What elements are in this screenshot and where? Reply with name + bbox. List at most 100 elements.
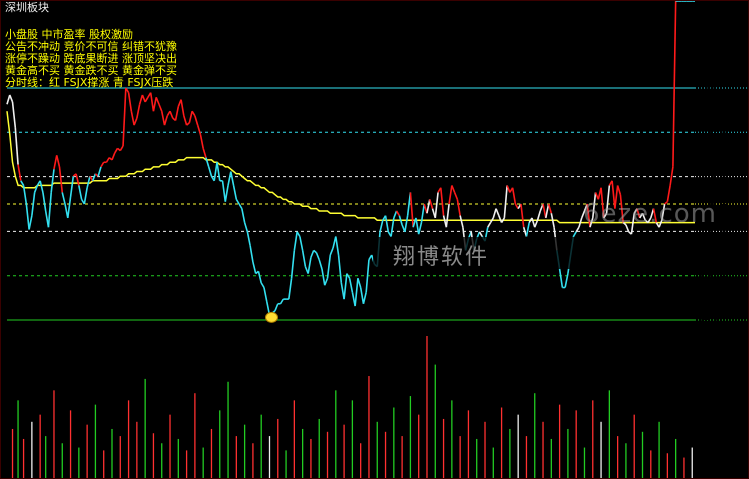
price-segment-52 <box>149 92 155 112</box>
price-segment-99 <box>279 298 284 305</box>
price-segment-0 <box>6 94 11 105</box>
price-segment-7 <box>25 203 30 230</box>
price-segment-97 <box>274 303 279 312</box>
price-segment-180 <box>503 185 508 218</box>
price-segment-119 <box>335 236 340 256</box>
price-segment-191 <box>533 219 539 228</box>
price-segment-155 <box>434 192 439 219</box>
header-line-5: 分时线：红 FSJX撑涨 青 FSJX压跌 <box>5 76 174 89</box>
watermark-text: 翔博软件 <box>393 245 490 270</box>
bottom-marker <box>264 311 278 323</box>
price-segment-12 <box>39 180 44 193</box>
price-segment-59 <box>169 110 174 119</box>
level-label-618: 618警 <box>698 169 730 182</box>
price-segment-157 <box>440 187 445 216</box>
level-label-top: 顶危 <box>698 81 720 94</box>
price-segment-5 <box>20 180 25 186</box>
price-segment-89 <box>252 261 257 274</box>
price-segment-13 <box>42 192 47 212</box>
price-segment-78 <box>221 180 227 202</box>
price-segment-16 <box>50 169 55 193</box>
price-segment-49 <box>141 94 146 103</box>
price-segment-126 <box>354 278 359 307</box>
price-segment-102 <box>288 278 293 300</box>
price-segment-114 <box>321 268 326 286</box>
price-segment-88 <box>249 245 254 263</box>
price-segment-15 <box>47 192 53 228</box>
price-segment-18 <box>55 155 61 168</box>
price-segment-160 <box>448 185 453 205</box>
price-segment-44 <box>127 92 133 112</box>
price-segment-84 <box>238 203 243 210</box>
level-label-bottom: 底安 <box>698 313 720 326</box>
price-segment-183 <box>511 187 517 205</box>
price-segment-135 <box>379 220 384 233</box>
intraday-chart: 深圳板块 小盘股 中市盈率 股权激励 公告不冲动 竞价不可信 纠错不犹豫 涨停不… <box>0 0 749 479</box>
price-segment-68 <box>194 115 199 126</box>
price-segment-103 <box>290 250 296 279</box>
price-segment-137 <box>384 215 390 232</box>
price-segment-29 <box>86 175 91 188</box>
price-segment-111 <box>313 249 317 254</box>
price-segment-83 <box>235 198 240 205</box>
price-segment-65 <box>186 122 190 126</box>
price-segment-85 <box>241 208 246 223</box>
price-segment-8 <box>28 215 33 230</box>
price-segment-46 <box>133 117 138 126</box>
price-segment-115 <box>324 277 329 286</box>
price-segment-109 <box>307 257 312 274</box>
price-segment-113 <box>318 259 323 270</box>
price-segment-2 <box>11 101 17 128</box>
price-segment-75 <box>213 162 218 181</box>
watermark-site: 6eze.com <box>583 199 717 229</box>
price-segment-161 <box>451 185 456 193</box>
price-segment-4 <box>17 164 22 181</box>
price-segment-45 <box>130 111 135 126</box>
price-segment-38 <box>111 152 116 161</box>
price-segment-47 <box>136 104 141 119</box>
price-segment-61 <box>174 106 180 121</box>
price-segment-107 <box>301 250 307 267</box>
price-segment-48 <box>138 94 144 105</box>
price-segment-57 <box>163 115 169 126</box>
price-segment-112 <box>315 252 320 260</box>
price-segment-55 <box>158 103 163 112</box>
price-segment-70 <box>199 134 204 149</box>
price-segment-188 <box>525 222 531 237</box>
price-segment-42 <box>122 87 127 147</box>
price-segment-19 <box>58 166 64 193</box>
price-segment-80 <box>227 171 232 186</box>
price-segment-141 <box>395 210 401 217</box>
price-segment-205 <box>572 231 577 237</box>
price-segment-129 <box>362 291 367 304</box>
price-segment-171 <box>478 231 483 237</box>
price-segment-240 <box>669 166 674 186</box>
price-segment-106 <box>299 236 304 251</box>
price-segment-31 <box>91 173 97 182</box>
price-segment-56 <box>160 111 166 126</box>
price-segment-194 <box>542 203 547 219</box>
price-segment-124 <box>348 278 354 293</box>
price-segment-196 <box>547 203 553 214</box>
price-segment-28 <box>83 187 88 205</box>
price-segment-140 <box>393 210 398 219</box>
price-segment-33 <box>97 166 102 177</box>
price-segment-174 <box>487 222 492 228</box>
price-segment-127 <box>357 278 362 288</box>
price-segment-176 <box>492 208 497 219</box>
price-segment-159 <box>445 203 450 228</box>
price-segment-34 <box>100 161 105 168</box>
level-label-809: 809警 <box>698 125 730 138</box>
price-segment-54 <box>155 96 160 105</box>
price-segment-87 <box>246 231 251 246</box>
price-segment-82 <box>232 185 238 200</box>
price-segment-221 <box>616 185 622 195</box>
price-segment-122 <box>343 273 348 300</box>
price-segment-241 <box>672 1 677 167</box>
price-segment-72 <box>205 157 210 168</box>
price-segment-200 <box>558 268 564 288</box>
price-segment-81 <box>230 171 235 186</box>
price-segment-128 <box>359 287 365 304</box>
price-segment-92 <box>260 282 265 288</box>
price-segment-71 <box>202 148 207 158</box>
